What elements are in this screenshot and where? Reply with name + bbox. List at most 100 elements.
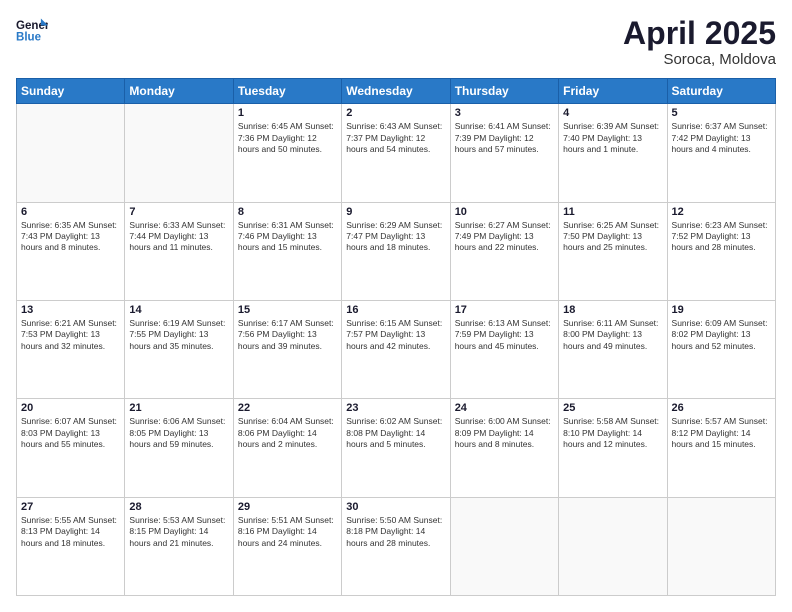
calendar-cell: 17 Sunrise: 6:13 AM Sunset: 7:59 PM Dayli…: [450, 300, 558, 398]
day-number: 24: [455, 402, 554, 414]
day-number: 11: [563, 206, 662, 218]
day-number: 6: [21, 206, 120, 218]
day-number: 7: [129, 206, 228, 218]
day-info: Sunrise: 6:37 AM Sunset: 7:42 PM Dayligh…: [672, 121, 771, 155]
calendar-cell: 12 Sunrise: 6:23 AM Sunset: 7:52 PM Dayli…: [667, 202, 775, 300]
calendar-cell: 26 Sunrise: 5:57 AM Sunset: 8:12 PM Dayli…: [667, 399, 775, 497]
month-title: April 2025: [623, 16, 776, 51]
day-info: Sunrise: 5:50 AM Sunset: 8:18 PM Dayligh…: [346, 515, 445, 549]
page: General Blue General Blue April 2025 Sor…: [0, 0, 792, 612]
calendar-cell: 6 Sunrise: 6:35 AM Sunset: 7:43 PM Daylig…: [17, 202, 125, 300]
title-block: April 2025 Soroca, Moldova: [623, 16, 776, 68]
calendar-cell: [450, 497, 558, 595]
calendar-cell: 22Sunrise: 6:04 AM Sunset: 8:06 PM Dayli…: [233, 399, 341, 497]
col-wednesday: Wednesday: [342, 79, 450, 104]
calendar-cell: 5Sunrise: 6:37 AM Sunset: 7:42 PM Daylig…: [667, 104, 775, 202]
calendar-cell: 1 Sunrise: 6:45 AM Sunset: 7:36 PM Daylig…: [233, 104, 341, 202]
calendar-cell: 25 Sunrise: 5:58 AM Sunset: 8:10 PM Dayli…: [559, 399, 667, 497]
calendar-cell: 16Sunrise: 6:15 AM Sunset: 7:57 PM Dayli…: [342, 300, 450, 398]
day-number: 8: [238, 206, 337, 218]
day-number: 3: [455, 107, 554, 119]
day-number: 4: [563, 107, 662, 119]
day-number: 29: [238, 501, 337, 513]
day-number: 18: [563, 304, 662, 316]
day-info: Sunrise: 6:43 AM Sunset: 7:37 PM Dayligh…: [346, 121, 445, 155]
day-number: 27: [21, 501, 120, 513]
calendar-table: Sunday Monday Tuesday Wednesday Thursday…: [16, 78, 776, 596]
day-number: 9: [346, 206, 445, 218]
day-info: Sunrise: 5:57 AM Sunset: 8:12 PM Dayligh…: [672, 416, 771, 450]
svg-text:Blue: Blue: [16, 32, 42, 44]
col-tuesday: Tuesday: [233, 79, 341, 104]
day-info: Sunrise: 6:35 AM Sunset: 7:43 PM Dayligh…: [21, 220, 120, 254]
day-number: 26: [672, 402, 771, 414]
calendar-cell: 2Sunrise: 6:43 AM Sunset: 7:37 PM Daylig…: [342, 104, 450, 202]
day-number: 23: [346, 402, 445, 414]
day-number: 10: [455, 206, 554, 218]
day-info: Sunrise: 6:07 AM Sunset: 8:03 PM Dayligh…: [21, 416, 120, 450]
day-number: 17: [455, 304, 554, 316]
calendar-cell: 8 Sunrise: 6:31 AM Sunset: 7:46 PM Daylig…: [233, 202, 341, 300]
day-info: Sunrise: 6:31 AM Sunset: 7:46 PM Dayligh…: [238, 220, 337, 254]
day-info: Sunrise: 6:29 AM Sunset: 7:47 PM Dayligh…: [346, 220, 445, 254]
day-info: Sunrise: 6:09 AM Sunset: 8:02 PM Dayligh…: [672, 318, 771, 352]
day-number: 20: [21, 402, 120, 414]
day-number: 1: [238, 107, 337, 119]
day-info: Sunrise: 6:02 AM Sunset: 8:08 PM Dayligh…: [346, 416, 445, 450]
calendar-cell: 11 Sunrise: 6:25 AM Sunset: 7:50 PM Dayli…: [559, 202, 667, 300]
day-info: Sunrise: 5:53 AM Sunset: 8:15 PM Dayligh…: [129, 515, 228, 549]
day-info: Sunrise: 6:17 AM Sunset: 7:56 PM Dayligh…: [238, 318, 337, 352]
calendar-cell: 13 Sunrise: 6:21 AM Sunset: 7:53 PM Dayli…: [17, 300, 125, 398]
calendar-cell: 27 Sunrise: 5:55 AM Sunset: 8:13 PM Dayli…: [17, 497, 125, 595]
calendar-cell: 15 Sunrise: 6:17 AM Sunset: 7:56 PM Dayli…: [233, 300, 341, 398]
day-info: Sunrise: 6:21 AM Sunset: 7:53 PM Dayligh…: [21, 318, 120, 352]
col-monday: Monday: [125, 79, 233, 104]
calendar-cell: [667, 497, 775, 595]
calendar-cell: 7Sunrise: 6:33 AM Sunset: 7:44 PM Daylig…: [125, 202, 233, 300]
day-info: Sunrise: 6:25 AM Sunset: 7:50 PM Dayligh…: [563, 220, 662, 254]
header-row: Sunday Monday Tuesday Wednesday Thursday…: [17, 79, 776, 104]
calendar-cell: [125, 104, 233, 202]
calendar-cell: 30Sunrise: 5:50 AM Sunset: 8:18 PM Dayli…: [342, 497, 450, 595]
calendar-cell: [17, 104, 125, 202]
calendar-cell: 21Sunrise: 6:06 AM Sunset: 8:05 PM Dayli…: [125, 399, 233, 497]
day-number: 15: [238, 304, 337, 316]
header: General Blue General Blue April 2025 Sor…: [16, 16, 776, 68]
day-info: Sunrise: 6:06 AM Sunset: 8:05 PM Dayligh…: [129, 416, 228, 450]
day-number: 13: [21, 304, 120, 316]
calendar-cell: 10 Sunrise: 6:27 AM Sunset: 7:49 PM Dayli…: [450, 202, 558, 300]
week-row-1: 6 Sunrise: 6:35 AM Sunset: 7:43 PM Daylig…: [17, 202, 776, 300]
day-number: 12: [672, 206, 771, 218]
week-row-0: 1 Sunrise: 6:45 AM Sunset: 7:36 PM Daylig…: [17, 104, 776, 202]
day-info: Sunrise: 6:39 AM Sunset: 7:40 PM Dayligh…: [563, 121, 662, 155]
day-info: Sunrise: 5:55 AM Sunset: 8:13 PM Dayligh…: [21, 515, 120, 549]
day-info: Sunrise: 6:41 AM Sunset: 7:39 PM Dayligh…: [455, 121, 554, 155]
col-thursday: Thursday: [450, 79, 558, 104]
day-info: Sunrise: 6:27 AM Sunset: 7:49 PM Dayligh…: [455, 220, 554, 254]
day-info: Sunrise: 6:23 AM Sunset: 7:52 PM Dayligh…: [672, 220, 771, 254]
col-sunday: Sunday: [17, 79, 125, 104]
day-info: Sunrise: 6:45 AM Sunset: 7:36 PM Dayligh…: [238, 121, 337, 155]
logo-icon: General Blue: [16, 16, 48, 44]
day-number: 22: [238, 402, 337, 414]
col-saturday: Saturday: [667, 79, 775, 104]
logo: General Blue General Blue: [16, 16, 48, 44]
calendar-cell: 23 Sunrise: 6:02 AM Sunset: 8:08 PM Dayli…: [342, 399, 450, 497]
col-friday: Friday: [559, 79, 667, 104]
calendar-cell: 24Sunrise: 6:00 AM Sunset: 8:09 PM Dayli…: [450, 399, 558, 497]
subtitle: Soroca, Moldova: [623, 51, 776, 68]
day-number: 28: [129, 501, 228, 513]
week-row-4: 27 Sunrise: 5:55 AM Sunset: 8:13 PM Dayli…: [17, 497, 776, 595]
calendar-cell: 18Sunrise: 6:11 AM Sunset: 8:00 PM Dayli…: [559, 300, 667, 398]
day-info: Sunrise: 6:19 AM Sunset: 7:55 PM Dayligh…: [129, 318, 228, 352]
calendar-cell: 20 Sunrise: 6:07 AM Sunset: 8:03 PM Dayli…: [17, 399, 125, 497]
calendar-cell: 3 Sunrise: 6:41 AM Sunset: 7:39 PM Daylig…: [450, 104, 558, 202]
day-number: 14: [129, 304, 228, 316]
day-info: Sunrise: 5:58 AM Sunset: 8:10 PM Dayligh…: [563, 416, 662, 450]
week-row-3: 20 Sunrise: 6:07 AM Sunset: 8:03 PM Dayli…: [17, 399, 776, 497]
calendar-cell: 14 Sunrise: 6:19 AM Sunset: 7:55 PM Dayli…: [125, 300, 233, 398]
calendar-cell: 19Sunrise: 6:09 AM Sunset: 8:02 PM Dayli…: [667, 300, 775, 398]
day-number: 25: [563, 402, 662, 414]
day-info: Sunrise: 5:51 AM Sunset: 8:16 PM Dayligh…: [238, 515, 337, 549]
day-info: Sunrise: 6:13 AM Sunset: 7:59 PM Dayligh…: [455, 318, 554, 352]
